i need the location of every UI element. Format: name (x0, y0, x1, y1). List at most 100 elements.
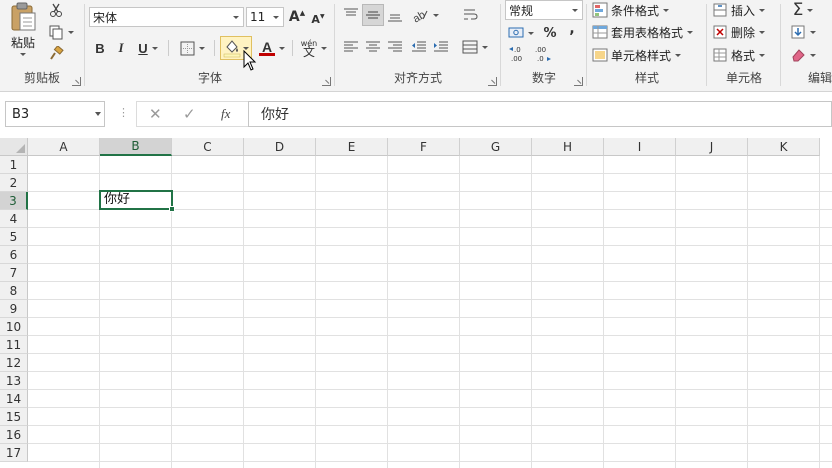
row-header-11[interactable]: 11 (0, 336, 28, 354)
row-header-2[interactable]: 2 (0, 174, 28, 192)
merge-dropdown-icon[interactable] (482, 45, 488, 49)
font-size-dropdown-icon[interactable] (269, 8, 283, 26)
row-header-1[interactable]: 1 (0, 156, 28, 174)
insert-cells-button[interactable]: 插入 (712, 0, 766, 20)
format-cells-button[interactable]: 格式 (712, 45, 766, 65)
column-header-d[interactable]: D (244, 138, 316, 156)
insert-cells-dropdown-icon[interactable] (759, 8, 766, 12)
confirm-entry-icon[interactable]: ✓ (183, 105, 196, 123)
clear-button[interactable] (786, 45, 820, 65)
percent-button[interactable]: % (540, 24, 560, 42)
font-name-dropdown-icon[interactable] (229, 8, 243, 26)
row-header-16[interactable]: 16 (0, 426, 28, 444)
name-box[interactable]: B3 (5, 101, 105, 127)
decrease-decimal-button[interactable]: .00.0 (532, 44, 554, 64)
format-cells-dropdown-icon[interactable] (759, 53, 766, 57)
align-middle-button[interactable] (362, 4, 384, 26)
row-header-4[interactable]: 4 (0, 210, 28, 228)
row-header-9[interactable]: 9 (0, 300, 28, 318)
select-all-button[interactable] (0, 138, 28, 156)
format-as-table-dropdown-icon[interactable] (687, 30, 694, 34)
clear-dropdown-icon[interactable] (810, 53, 816, 57)
bold-button[interactable]: B (91, 38, 109, 58)
row-header-14[interactable]: 14 (0, 390, 28, 408)
underline-dropdown-icon[interactable] (151, 46, 158, 50)
fill-dropdown-icon[interactable] (810, 30, 816, 34)
autosum-dropdown-icon[interactable] (807, 8, 814, 12)
copy-button[interactable] (46, 22, 76, 42)
column-header-a[interactable]: A (28, 138, 100, 156)
decrease-indent-button[interactable] (408, 36, 430, 58)
clipboard-launcher-icon[interactable] (72, 77, 81, 86)
underline-button[interactable]: U (134, 38, 162, 58)
row-header-10[interactable]: 10 (0, 318, 28, 336)
orientation-button[interactable]: ab (410, 4, 440, 26)
delete-cells-dropdown-icon[interactable] (759, 30, 766, 34)
column-header-f[interactable]: F (388, 138, 460, 156)
grow-font-button[interactable]: A ▲ (289, 7, 305, 27)
column-header-k[interactable]: K (748, 138, 820, 156)
insert-function-button[interactable]: fx (221, 106, 230, 122)
number-launcher-icon[interactable] (574, 77, 583, 86)
phonetic-dropdown-icon[interactable] (321, 46, 328, 50)
cell-styles-button[interactable]: 单元格样式 (592, 45, 682, 65)
paste-button[interactable]: 粘贴 (4, 2, 42, 62)
active-cell-b3[interactable]: 你好 (99, 190, 173, 210)
number-format-combo[interactable]: 常规 (505, 0, 583, 20)
align-left-button[interactable] (340, 36, 362, 58)
fill-handle[interactable] (169, 206, 175, 212)
column-header-c[interactable]: C (172, 138, 244, 156)
row-header-17[interactable]: 17 (0, 444, 28, 462)
cancel-entry-icon[interactable]: ✕ (149, 105, 162, 123)
format-painter-button[interactable] (46, 44, 66, 64)
orientation-dropdown-icon[interactable] (433, 13, 439, 17)
font-size-combo[interactable]: 11 (246, 7, 284, 27)
alignment-launcher-icon[interactable] (488, 77, 497, 86)
increase-indent-button[interactable] (430, 36, 452, 58)
column-header-e[interactable]: E (316, 138, 388, 156)
column-header-j[interactable]: J (676, 138, 748, 156)
italic-button[interactable]: I (112, 38, 130, 58)
font-color-button[interactable]: A (256, 38, 288, 58)
conditional-formatting-button[interactable]: 条件格式 (592, 0, 670, 20)
conditional-formatting-dropdown-icon[interactable] (663, 8, 670, 12)
copy-dropdown-icon[interactable] (68, 30, 74, 34)
wrap-text-button[interactable] (460, 4, 482, 26)
borders-dropdown-icon[interactable] (198, 46, 205, 50)
column-header-g[interactable]: G (460, 138, 532, 156)
merge-center-button[interactable] (460, 36, 490, 58)
row-header-8[interactable]: 8 (0, 282, 28, 300)
column-header-b[interactable]: B (100, 138, 172, 156)
cell-styles-dropdown-icon[interactable] (675, 53, 682, 57)
comma-button[interactable]: , (564, 20, 580, 38)
align-center-button[interactable] (362, 36, 384, 58)
column-header-i[interactable]: I (604, 138, 676, 156)
font-name-combo[interactable]: 宋体 (89, 7, 244, 27)
borders-button[interactable] (176, 38, 208, 58)
paste-dropdown-icon[interactable] (20, 53, 26, 56)
row-header-7[interactable]: 7 (0, 264, 28, 282)
format-as-table-button[interactable]: 套用表格格式 (592, 22, 694, 42)
autosum-button[interactable]: Σ (786, 0, 820, 20)
accounting-format-button[interactable] (506, 24, 536, 42)
row-header-6[interactable]: 6 (0, 246, 28, 264)
align-bottom-button[interactable] (384, 4, 406, 26)
name-box-dropdown-icon[interactable] (95, 112, 101, 116)
phonetic-button[interactable]: wén 文 (298, 36, 330, 60)
row-header-5[interactable]: 5 (0, 228, 28, 246)
font-color-dropdown-icon[interactable] (279, 46, 285, 50)
shrink-font-button[interactable]: A ▼ (310, 9, 326, 29)
align-top-button[interactable] (340, 4, 362, 26)
accounting-dropdown-icon[interactable] (528, 31, 534, 35)
cut-button[interactable] (46, 0, 66, 20)
increase-decimal-button[interactable]: .0.00 (506, 44, 528, 64)
row-header-13[interactable]: 13 (0, 372, 28, 390)
number-format-dropdown-icon[interactable] (568, 1, 582, 19)
formula-bar-splitter-icon[interactable]: ⋮ (118, 106, 129, 119)
row-header-15[interactable]: 15 (0, 408, 28, 426)
fill-button[interactable] (786, 22, 820, 42)
row-header-12[interactable]: 12 (0, 354, 28, 372)
align-right-button[interactable] (384, 36, 406, 58)
formula-input[interactable]: 你好 (248, 101, 832, 127)
row-header-3[interactable]: 3 (0, 192, 28, 210)
